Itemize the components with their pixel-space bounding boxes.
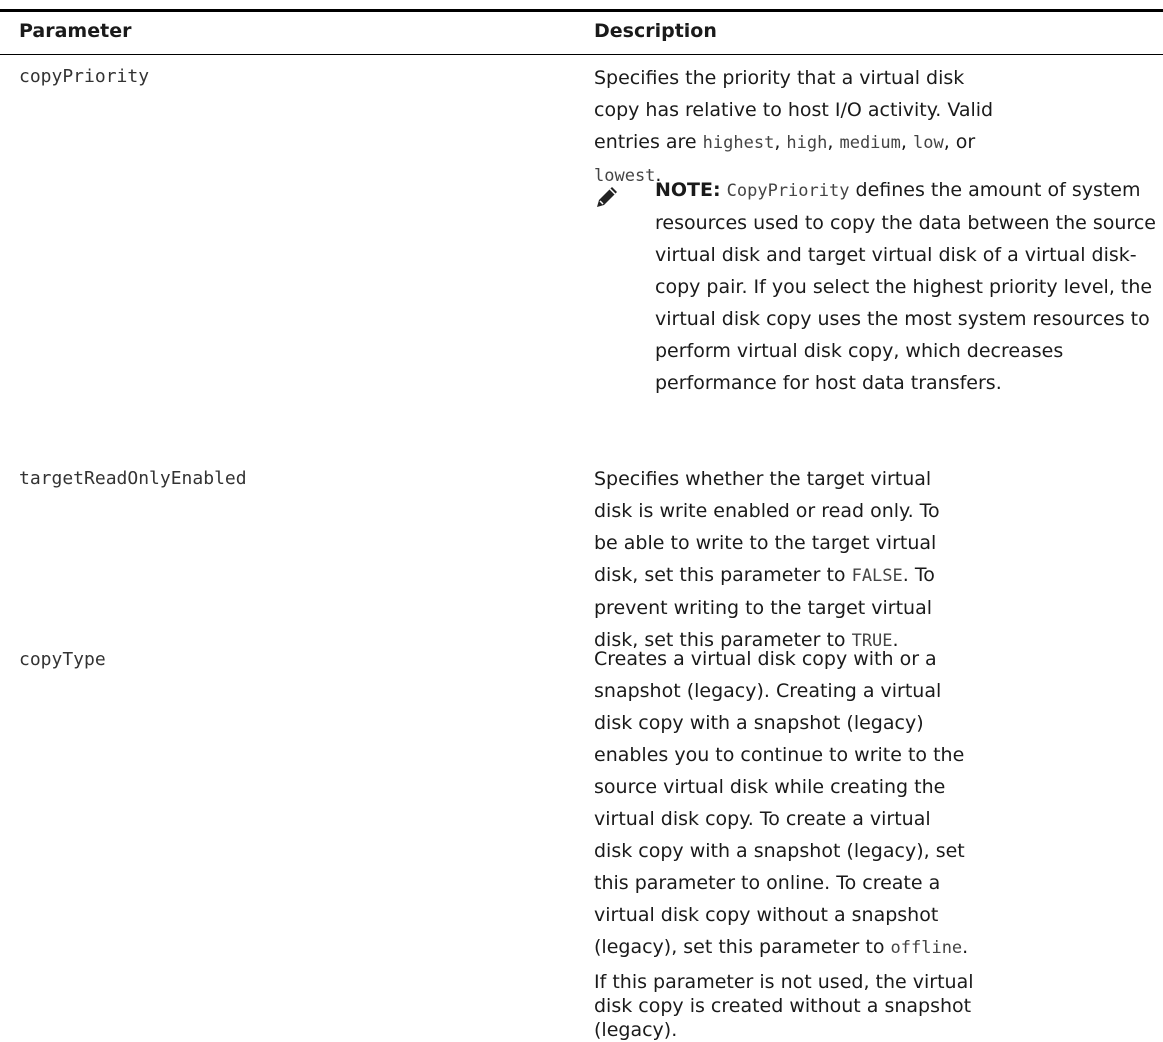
option-value: lowest: [594, 166, 656, 186]
period: .: [962, 936, 969, 958]
desc-text: Creates a virtual disk copy with or a sn…: [594, 648, 965, 958]
separator: , or: [943, 131, 976, 153]
header-parameter: Parameter: [19, 20, 132, 42]
table-header: Parameter Description: [0, 9, 1163, 55]
separator: ,: [774, 131, 787, 153]
param-name: copyType: [19, 649, 106, 670]
param-name: copyPriority: [19, 66, 150, 87]
pencil-note-icon: [597, 187, 617, 207]
option-value: low: [912, 133, 944, 153]
param-description: Specifies whether the target virtual dis…: [594, 463, 969, 657]
separator: ,: [900, 131, 913, 153]
code-value: offline: [890, 938, 963, 958]
separator: ,: [827, 131, 840, 153]
header-description: Description: [594, 20, 717, 42]
desc-paragraph-2: If this parameter is not used, the virtu…: [594, 971, 974, 1041]
note-code: CopyPriority: [726, 181, 850, 201]
param-name: targetReadOnlyEnabled: [19, 468, 247, 489]
param-description: Creates a virtual disk copy with or a sn…: [594, 643, 974, 1042]
note-text: NOTE: CopyPriority defines the amount of…: [655, 174, 1160, 399]
note-body: defines the amount of system resources u…: [655, 179, 1156, 394]
option-value: highest: [702, 133, 775, 153]
note-label: NOTE:: [655, 179, 721, 201]
param-description: Specifies the priority that a virtual di…: [594, 62, 994, 192]
option-value: high: [786, 133, 828, 153]
code-value: FALSE: [851, 566, 903, 586]
option-value: medium: [839, 133, 901, 153]
